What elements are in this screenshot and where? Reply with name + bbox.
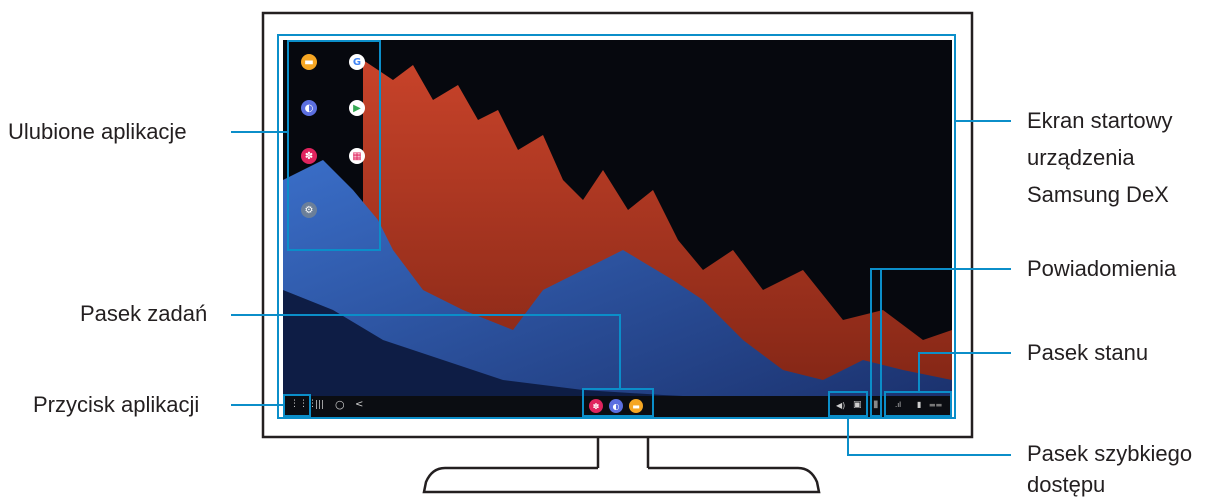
- taskbar-label: Pasek zadań: [80, 301, 208, 326]
- notifications-line: [875, 268, 1011, 270]
- notifications-label: Powiadomienia: [1027, 256, 1177, 281]
- taskbar-line-v: [619, 314, 621, 388]
- apps-button-label: Przycisk aplikacji: [33, 392, 200, 417]
- quick-access-callout: [828, 391, 868, 417]
- apps-button-line: [231, 404, 283, 406]
- status-bar-callout: [884, 391, 952, 417]
- status-bar-label: Pasek stanu: [1027, 340, 1149, 365]
- favorite-apps-callout: [287, 40, 381, 251]
- status-bar-line-v: [918, 352, 920, 391]
- quick-access-line-h: [847, 454, 1011, 456]
- quick-access-label-2: dostępu: [1027, 472, 1106, 497]
- status-bar-line-h: [918, 352, 1011, 354]
- home-screen-label-1: Ekran startowy: [1027, 108, 1173, 133]
- favorite-apps-label: Ulubione aplikacje: [8, 119, 187, 144]
- home-screen-line: [956, 120, 1011, 122]
- taskbar-line-h: [231, 314, 621, 316]
- taskbar-callout: [582, 388, 654, 417]
- apps-button-callout: [283, 394, 311, 417]
- favorite-apps-line: [231, 131, 287, 133]
- notifications-callout: [870, 268, 882, 417]
- home-screen-label-3: Samsung DeX: [1027, 182, 1169, 207]
- quick-access-label-1: Pasek szybkiego: [1027, 441, 1193, 466]
- quick-access-line-v: [847, 417, 849, 455]
- home-screen-label-2: urządzenia: [1027, 145, 1135, 170]
